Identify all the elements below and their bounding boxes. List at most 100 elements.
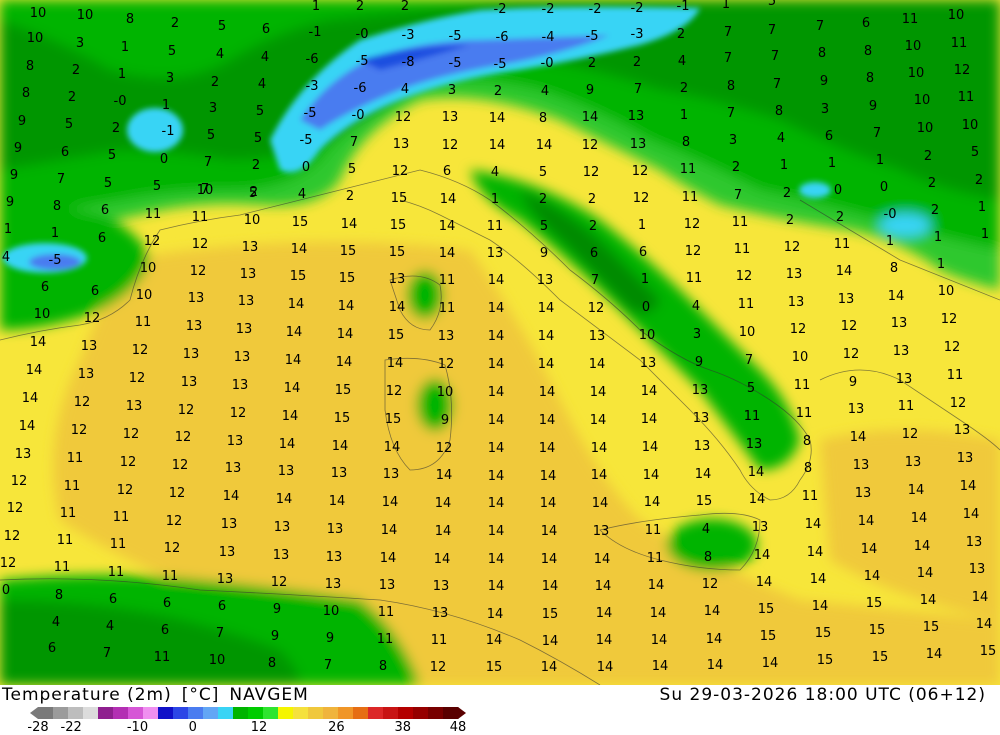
temp-value-label: 13: [487, 246, 504, 261]
cold-spot: [127, 108, 183, 152]
temp-value-label: 14: [542, 634, 559, 649]
temp-value-label: 13: [589, 329, 606, 344]
temp-value-label: 7: [204, 155, 212, 170]
temp-value-label: 9: [271, 629, 279, 644]
temp-value-label: 13: [278, 464, 295, 479]
temp-value-label: 14: [341, 217, 358, 232]
temp-value-label: 13: [893, 344, 910, 359]
temp-value-label: 8: [539, 111, 547, 126]
temp-value-label: 14: [836, 264, 853, 279]
temp-value-label: 14: [807, 545, 824, 560]
temp-value-label: -8: [402, 55, 415, 70]
temp-value-label: 15: [486, 660, 503, 675]
temp-value-label: 13: [379, 578, 396, 593]
temp-value-label: 14: [652, 659, 669, 674]
temp-value-label: 8: [804, 461, 812, 476]
temp-value-label: 14: [651, 633, 668, 648]
temp-value-label: 11: [947, 368, 964, 383]
temp-value-label: 14: [488, 441, 505, 456]
temp-value-label: 14: [489, 138, 506, 153]
temp-value-label: 11: [64, 479, 81, 494]
temp-value-label: 14: [704, 604, 721, 619]
temp-value-label: 11: [439, 301, 456, 316]
temp-value-label: 12: [190, 264, 207, 279]
temp-value-label: 11: [154, 650, 171, 665]
temp-value-label: 7: [591, 273, 599, 288]
temp-value-label: 13: [274, 520, 291, 535]
colorbar-segment: [188, 707, 204, 719]
temp-value-label: 8: [890, 261, 898, 276]
temp-value-label: 14: [439, 246, 456, 261]
temp-value-label: 12: [178, 403, 195, 418]
temp-value-label: 12: [74, 395, 91, 410]
temp-value-label: 14: [650, 606, 667, 621]
temp-value-label: 14: [754, 548, 771, 563]
temp-value-label: 11: [108, 565, 125, 580]
temp-value-label: 9: [849, 375, 857, 390]
cool-spot: [407, 271, 443, 319]
temp-value-label: 12: [950, 396, 967, 411]
colorbar-segment: [233, 707, 249, 719]
temp-value-label: 13: [786, 267, 803, 282]
temp-value-label: 1: [886, 234, 894, 249]
temp-value-label: 14: [488, 579, 505, 594]
temp-value-label: 12: [84, 311, 101, 326]
temp-value-label: 12: [633, 191, 650, 206]
temp-value-label: 6: [443, 164, 451, 179]
legend-footer: Temperature (2m) [°C] NAVGEM Su 29-03-2026…: [0, 685, 1000, 735]
temp-value-label: -0: [541, 56, 554, 71]
temp-value-label: 11: [802, 489, 819, 504]
colorbar-segment: [443, 707, 459, 719]
temp-value-label: 14: [914, 539, 931, 554]
temp-value-label: 1: [978, 200, 986, 215]
temp-value-label: 2: [112, 121, 120, 136]
temp-value-label: 3: [209, 101, 217, 116]
temp-value-label: 12: [7, 501, 24, 516]
temp-value-label: 6: [163, 596, 171, 611]
temp-value-label: 11: [686, 271, 703, 286]
legend-title: Temperature (2m) [°C] NAVGEM: [2, 685, 319, 705]
temp-value-label: 13: [126, 399, 143, 414]
temp-value-label: 10: [209, 653, 226, 668]
temp-value-label: 14: [435, 496, 452, 511]
temp-value-label: 5: [540, 219, 548, 234]
colorbar-segment: [98, 707, 114, 719]
temp-value-label: -5: [586, 29, 599, 44]
temp-value-label: 8: [379, 659, 387, 674]
temp-value-label: 14: [336, 355, 353, 370]
temp-value-label: 14: [582, 110, 599, 125]
temp-value-label: 13: [848, 402, 865, 417]
temp-value-label: 14: [538, 301, 555, 316]
temp-value-label: 12: [4, 529, 21, 544]
temp-value-label: 6: [101, 203, 109, 218]
temp-value-label: 13: [752, 520, 769, 535]
temp-value-label: 14: [223, 489, 240, 504]
colorbar-segment: [53, 707, 69, 719]
temp-value-label: 14: [888, 289, 905, 304]
temp-value-label: 12: [632, 164, 649, 179]
temp-value-label: 12: [442, 138, 459, 153]
temp-value-label: 13: [593, 524, 610, 539]
colorbar-segment: [248, 707, 264, 719]
temp-value-label: -5: [300, 133, 313, 148]
temp-value-label: 2: [68, 90, 76, 105]
temp-value-label: 0: [2, 583, 10, 598]
temp-value-label: 14: [595, 579, 612, 594]
temp-value-label: 14: [960, 479, 977, 494]
temp-value-label: 14: [279, 437, 296, 452]
temp-value-label: 15: [334, 411, 351, 426]
temp-value-label: -4: [542, 30, 555, 45]
temp-value-label: 12: [944, 340, 961, 355]
temp-value-label: 13: [855, 486, 872, 501]
temp-value-label: 11: [898, 399, 915, 414]
temp-value-label: 9: [820, 74, 828, 89]
temp-value-label: 14: [541, 524, 558, 539]
temp-value-label: 12: [386, 384, 403, 399]
temp-value-label: 9: [10, 168, 18, 183]
temp-value-label: 14: [488, 496, 505, 511]
temp-value-label: 14: [590, 385, 607, 400]
temp-value-label: 14: [858, 514, 875, 529]
temp-value-label: 8: [704, 550, 712, 565]
temp-value-label: 6: [98, 231, 106, 246]
temp-value-label: 13: [389, 272, 406, 287]
